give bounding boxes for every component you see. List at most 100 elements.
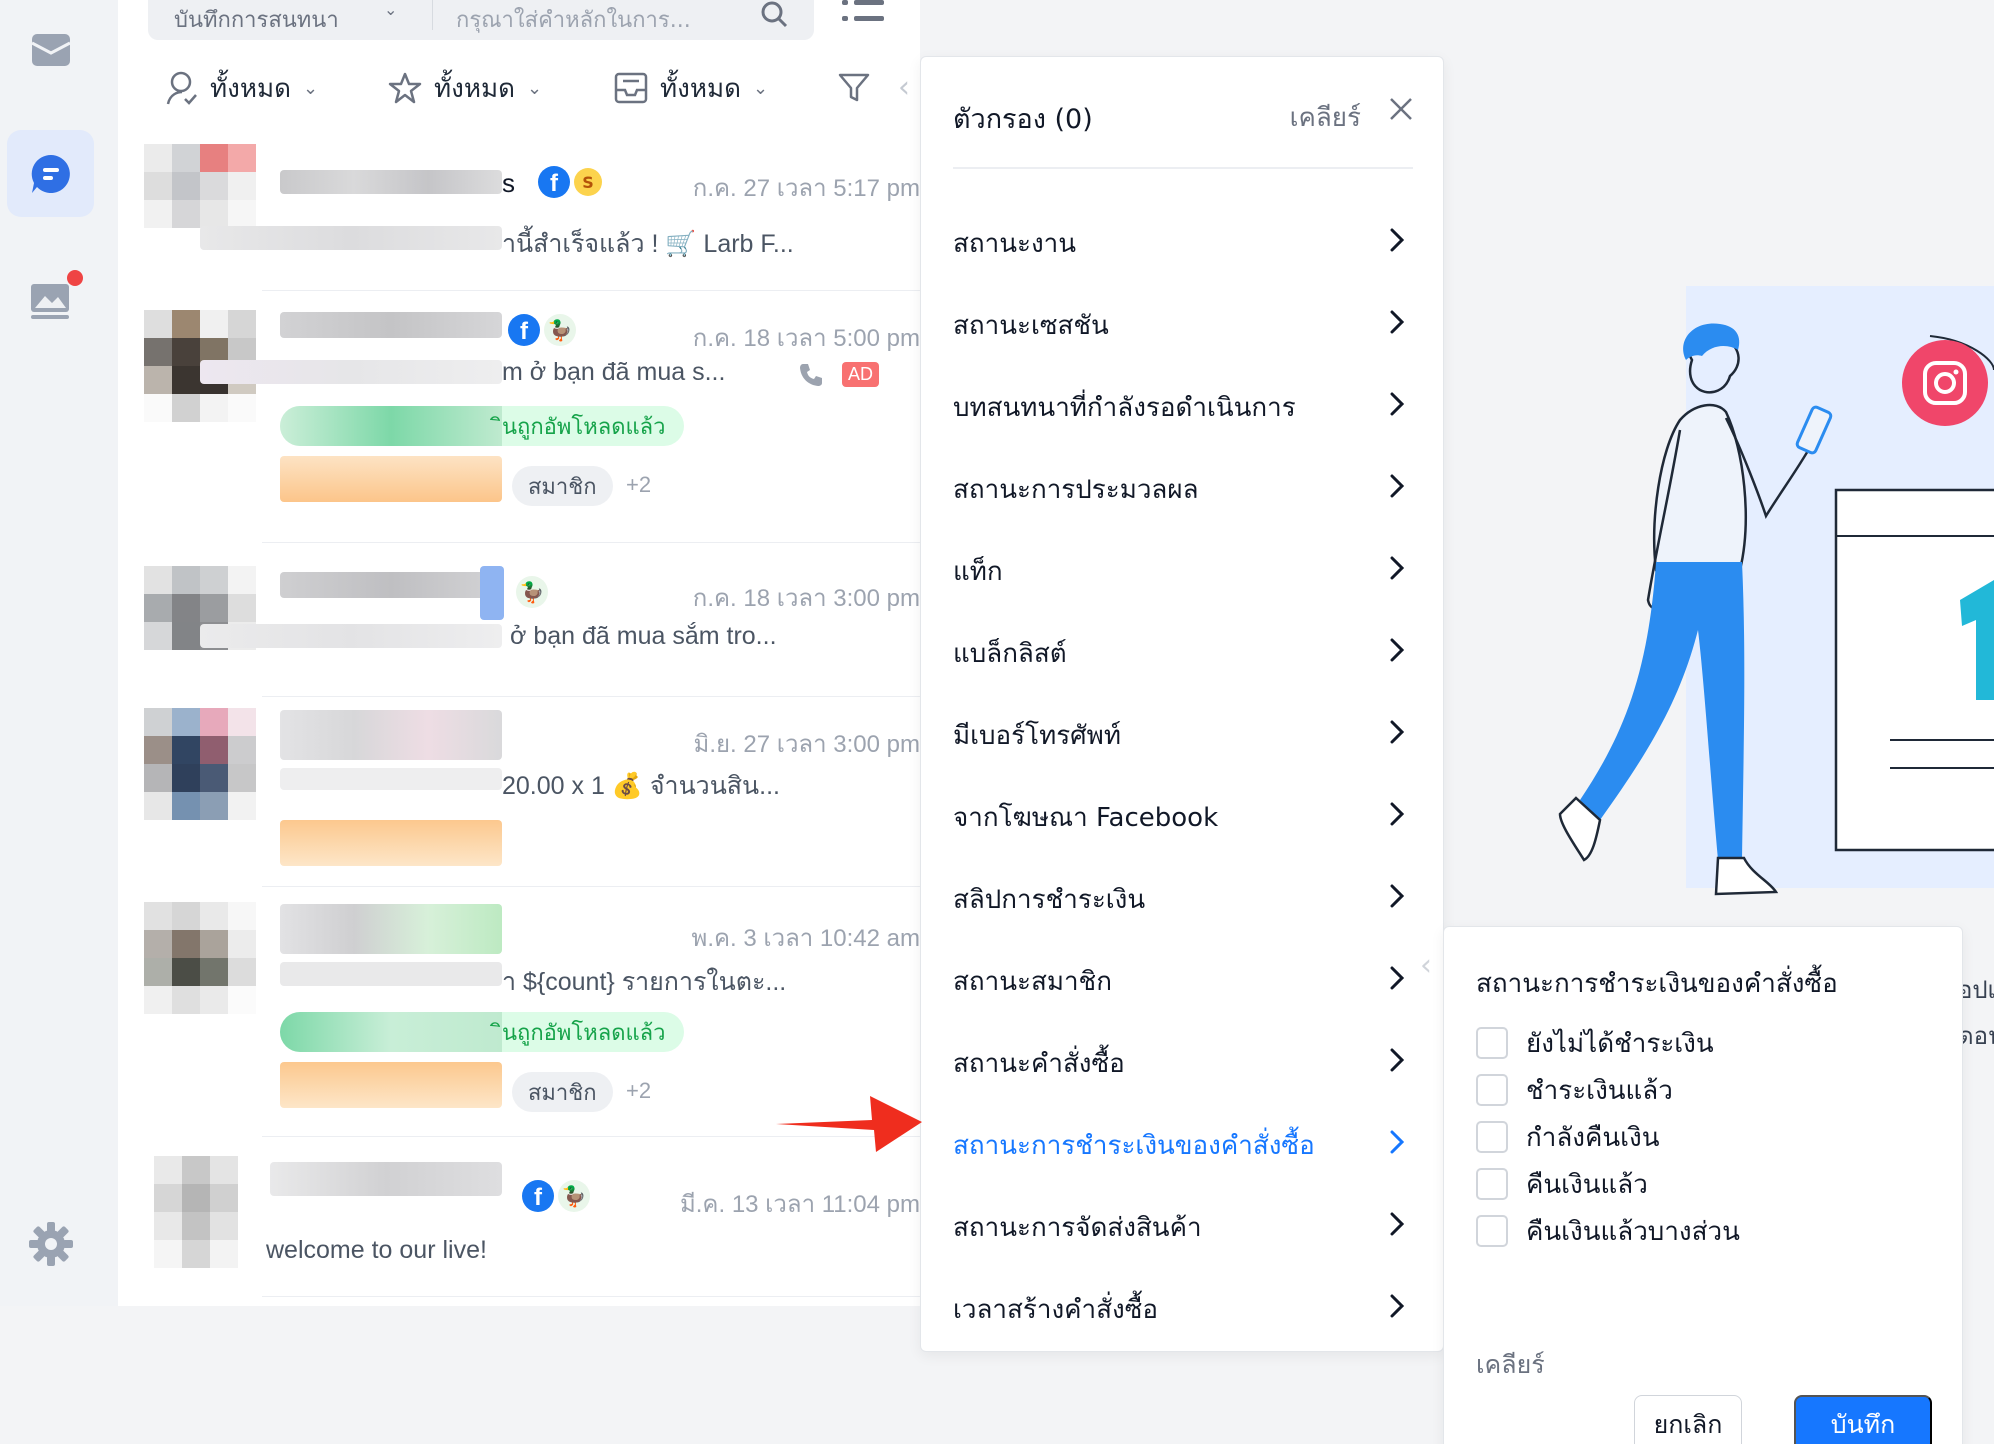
checkbox[interactable]: [1476, 1074, 1508, 1106]
conversation-row[interactable]: s f S ก.ค. 27 เวลา 5:17 pm านี้สำเร็จแล้…: [118, 144, 920, 294]
more-tags[interactable]: +2: [626, 472, 651, 498]
tag-blurred: [280, 1012, 502, 1052]
filter-clear-button[interactable]: เคลียร์: [1290, 97, 1361, 138]
conversation-time: มี.ค. 13 เวลา 11:04 pm: [679, 1191, 920, 1218]
filter-category-item[interactable]: มีเบอร์โทรศัพท์: [953, 701, 1423, 761]
conversation-row[interactable]: พ.ค. 3 เวลา 10:42 am า ${count} รายการใน…: [118, 902, 920, 1116]
filter-category-item[interactable]: เวลาสร้างคำสั่งซื้อ: [953, 1275, 1423, 1335]
member-tag: สมาชิก: [512, 1072, 613, 1112]
filter-category-item[interactable]: สลิปการชำระเงิน: [953, 865, 1423, 925]
filter-icon[interactable]: [838, 72, 870, 104]
mail-nav-button[interactable]: [7, 6, 94, 93]
conversation-row[interactable]: มิ.ย. 27 เวลา 3:00 pm 20.00 x 1 💰 จำนวนส…: [118, 708, 920, 878]
filter-category-item[interactable]: จากโฆษณา Facebook: [953, 783, 1423, 843]
shop-mascot-icon: 🦆: [558, 1180, 590, 1212]
member-tag: สมาชิก: [512, 466, 613, 506]
avatar: [144, 708, 256, 820]
option-label: คืนเงินแล้วบางส่วน: [1526, 1216, 1740, 1247]
filter-category-label: สถานะงาน: [953, 229, 1077, 259]
chat-nav-button[interactable]: [7, 130, 94, 217]
status-tag-label: ินถูกอัพโหลดแล้ว: [502, 1020, 666, 1046]
star-icon: [388, 72, 422, 104]
message-blurred: [280, 962, 502, 986]
cancel-button[interactable]: ยกเลิก: [1634, 1395, 1742, 1444]
payment-status-option[interactable]: กำลังคืนเงิน: [1476, 1117, 1660, 1157]
message-blurred: [200, 624, 502, 648]
inbox-filter-label: ทั้งหมด: [660, 73, 741, 104]
checkbox[interactable]: [1476, 1215, 1508, 1247]
filter-category-item[interactable]: บทสนทนาที่กำลังรอดำเนินการ: [953, 373, 1423, 433]
filter-category-label: สถานะการประมวลผล: [953, 475, 1199, 505]
checkbox[interactable]: [1476, 1168, 1508, 1200]
tag-blurred: [280, 456, 502, 502]
chevron-right-icon: [1390, 720, 1405, 744]
payment-status-option[interactable]: ชำระเงินแล้ว: [1476, 1070, 1673, 1110]
filter-category-label: เวลาสร้างคำสั่งซื้อ: [953, 1295, 1158, 1325]
avatar: [154, 1156, 238, 1268]
filter-category-item[interactable]: สถานะการประมวลผล: [953, 455, 1423, 515]
search-input[interactable]: กรุณาใส่คำหลักในการ...: [456, 2, 691, 37]
instagram-icon: [1902, 340, 1988, 426]
chevron-right-icon: [1390, 556, 1405, 580]
settings-nav-button[interactable]: [7, 1200, 94, 1287]
filter-category-label: จากโฆษณา Facebook: [953, 803, 1219, 833]
sub-panel-title: สถานะการชำระเงินของคำสั่งซื้อ: [1476, 969, 1838, 999]
settings-icon: [28, 1221, 73, 1266]
collapse-handle[interactable]: ‹: [898, 70, 910, 105]
filter-category-label: มีเบอร์โทรศัพท์: [953, 721, 1121, 751]
conversation-time: มิ.ย. 27 เวลา 3:00 pm: [693, 731, 921, 758]
avatar: [144, 902, 256, 1014]
filter-category-item[interactable]: สถานะงาน: [953, 209, 1423, 269]
filter-category-item[interactable]: สถานะสมาชิก: [953, 947, 1423, 1007]
search-bar: บันทึกการสนทนา ⌄ กรุณาใส่คำหลักในการ...: [148, 0, 814, 40]
conversation-time: พ.ค. 3 เวลา 10:42 am: [691, 925, 921, 952]
checkbox[interactable]: [1476, 1027, 1508, 1059]
collapse-handle[interactable]: ‹: [1420, 948, 1432, 983]
filter-category-label: สถานะเซสชัน: [953, 311, 1109, 341]
chevron-down-icon: ⌄: [753, 77, 769, 99]
conversation-row[interactable]: f 🦆 ก.ค. 18 เวลา 5:00 pm m ở bạn đã mua …: [118, 300, 920, 510]
conversation-row[interactable]: 🦆 ก.ค. 18 เวลา 3:00 pm ở bạn đã mua sắm …: [118, 560, 920, 690]
conversation-time: ก.ค. 18 เวลา 5:00 pm: [692, 325, 920, 352]
contact-name-tail: s: [502, 168, 515, 198]
close-icon[interactable]: [1381, 89, 1421, 129]
inbox-filter[interactable]: ทั้งหมด ⌄: [614, 64, 768, 112]
filter-category-label: แท็ก: [953, 557, 1003, 587]
save-button[interactable]: บันทึก: [1794, 1395, 1932, 1444]
conversation-type-dropdown[interactable]: บันทึกการสนทนา: [174, 2, 339, 37]
list-icon[interactable]: [842, 0, 884, 24]
filter-category-item[interactable]: สถานะการชำระเงินของคำสั่งซื้อ: [953, 1111, 1423, 1171]
assignee-filter[interactable]: ทั้งหมด ⌄: [166, 64, 318, 112]
notification-dot: [67, 270, 83, 286]
chevron-right-icon: [1390, 1130, 1405, 1154]
broadcast-icon: [30, 283, 69, 319]
star-filter[interactable]: ทั้งหมด ⌄: [388, 64, 542, 112]
last-message: ở bạn đã mua sắm tro...: [510, 622, 777, 650]
conversation-row[interactable]: f 🦆 มี.ค. 13 เวลา 11:04 pm welcome to ou…: [118, 1152, 920, 1302]
broadcast-nav-button[interactable]: [7, 256, 94, 343]
contact-name-blurred: [270, 1162, 502, 1196]
last-message: welcome to our live!: [266, 1236, 487, 1264]
sub-panel-clear-button[interactable]: เคลียร์: [1476, 1345, 1545, 1385]
option-label: ยังไม่ได้ชำระเงิน: [1526, 1028, 1714, 1059]
shop-mascot-icon: 🦆: [544, 314, 576, 346]
option-label: คืนเงินแล้ว: [1526, 1169, 1648, 1200]
more-tags[interactable]: +2: [626, 1078, 651, 1104]
filter-category-item[interactable]: แท็ก: [953, 537, 1423, 597]
chat-icon: [31, 154, 70, 193]
contact-name-blurred: [280, 710, 502, 760]
filter-category-item[interactable]: สถานะคำสั่งซื้อ: [953, 1029, 1423, 1089]
payment-status-option[interactable]: คืนเงินแล้วบางส่วน: [1476, 1211, 1740, 1251]
payment-status-option[interactable]: คืนเงินแล้ว: [1476, 1164, 1648, 1204]
search-icon[interactable]: [760, 0, 788, 28]
filter-category-label: สถานะคำสั่งซื้อ: [953, 1049, 1125, 1079]
divider: [953, 167, 1413, 169]
filter-category-item[interactable]: สถานะเซสชัน: [953, 291, 1423, 351]
last-message: า ${count} รายการในตะ...: [502, 968, 787, 996]
filter-category-item[interactable]: แบล็กลิสต์: [953, 619, 1423, 679]
option-label: กำลังคืนเงิน: [1526, 1122, 1660, 1153]
instagram-glyph: [1923, 361, 1967, 405]
filter-category-item[interactable]: สถานะการจัดส่งสินค้า: [953, 1193, 1423, 1253]
payment-status-option[interactable]: ยังไม่ได้ชำระเงิน: [1476, 1023, 1714, 1063]
checkbox[interactable]: [1476, 1121, 1508, 1153]
